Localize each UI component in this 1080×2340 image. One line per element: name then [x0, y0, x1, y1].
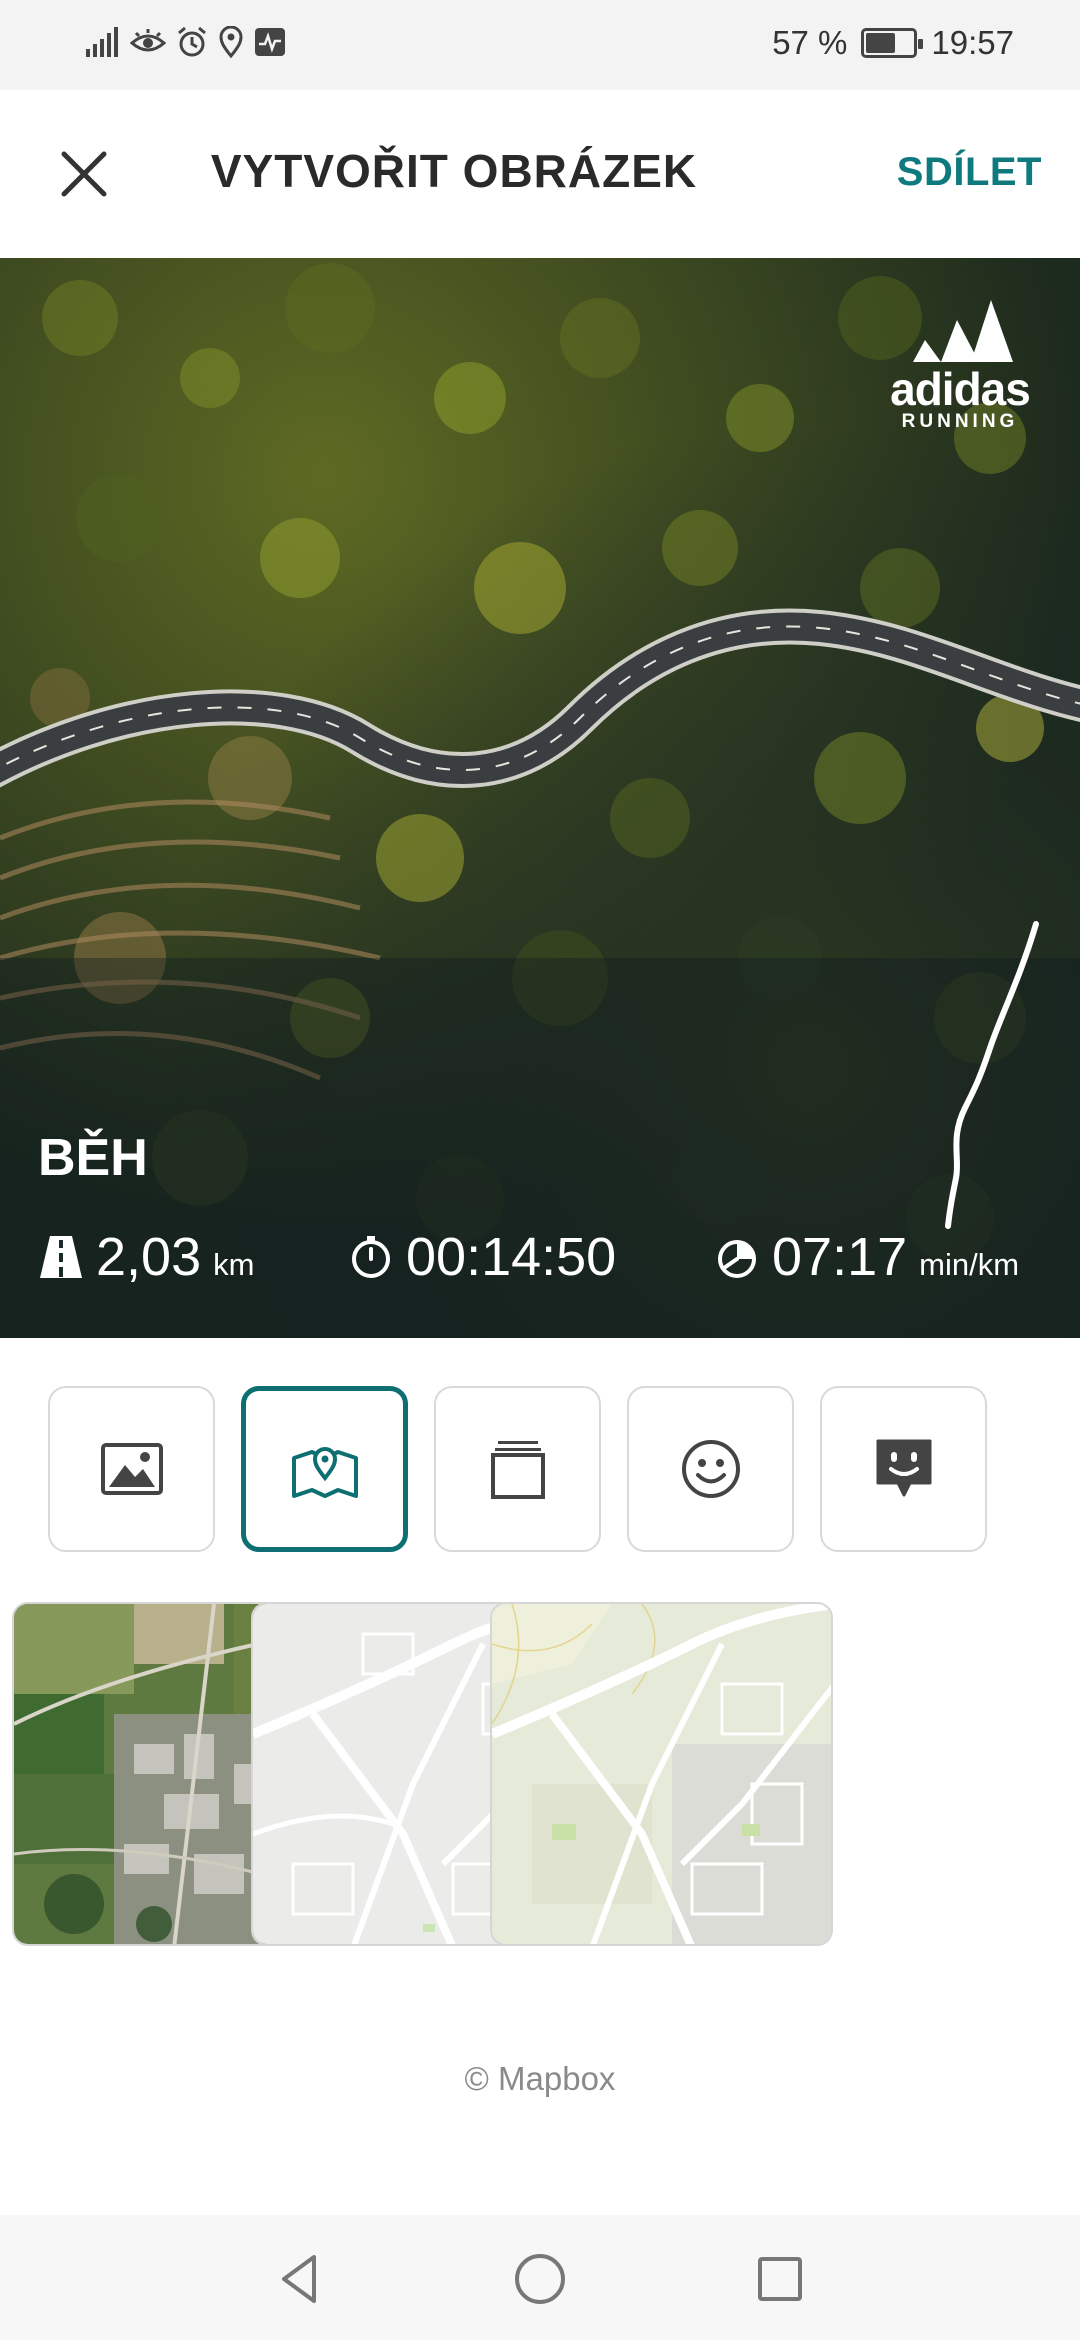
duration-value: 00:14:50: [406, 1227, 617, 1287]
tool-layers[interactable]: [434, 1386, 601, 1552]
back-triangle-icon: [282, 2255, 316, 2303]
location-icon: [219, 26, 243, 58]
status-icons: [86, 26, 286, 58]
system-nav-bar: [0, 2215, 1080, 2340]
activity-stats: 2,03 km 00:14:50 07:17 min/km: [38, 1226, 1048, 1296]
signal-icon: [86, 27, 118, 57]
editor-toolbar: [48, 1386, 988, 1554]
tool-map[interactable]: [241, 1386, 408, 1552]
battery-percent: 57 %: [772, 24, 848, 61]
status-bar: 57 % 19:57: [0, 0, 1080, 90]
distance-stat: 2,03 km: [38, 1226, 254, 1288]
distance-unit: km: [213, 1247, 255, 1282]
app-header: VYTVOŘIT OBRÁZEK SDÍLET: [0, 90, 1080, 258]
alarm-icon: [178, 26, 206, 57]
brand-sub: RUNNING: [901, 411, 1019, 432]
recents-square-icon: [758, 2257, 802, 2301]
activity-title: BĚH: [38, 1129, 148, 1187]
nav-home-button[interactable]: [510, 2249, 570, 2309]
share-button[interactable]: SDÍLET: [897, 150, 1042, 195]
adidas-running-logo: adidas RUNNING: [880, 300, 1040, 433]
tool-emoji[interactable]: [627, 1386, 794, 1552]
map-attribution[interactable]: © Mapbox: [0, 2060, 1080, 2098]
adidas-stripes-icon: [913, 300, 1013, 362]
map-style-picker: [12, 1602, 1068, 1946]
image-icon: [100, 1443, 163, 1495]
brand-word: adidas: [890, 363, 1031, 415]
eye-icon: [130, 29, 166, 52]
duration-stat: 00:14:50: [348, 1226, 616, 1288]
road-icon: [40, 1236, 82, 1278]
status-right: 57 % 19:57: [772, 24, 1014, 62]
nav-recents-button[interactable]: [750, 2249, 810, 2309]
map-icon: [291, 1447, 358, 1498]
nav-back-button[interactable]: [270, 2249, 330, 2309]
battery-icon: [861, 28, 924, 58]
home-circle-icon: [515, 2254, 565, 2304]
stopwatch-icon: [352, 1236, 390, 1278]
outdoors-map-thumbnail: [492, 1604, 831, 1944]
sticker-icon: [876, 1439, 931, 1497]
smiley-icon: [681, 1440, 740, 1498]
tool-background-image[interactable]: [48, 1386, 215, 1552]
pace-icon: [718, 1240, 756, 1278]
tool-sticker[interactable]: [820, 1386, 987, 1552]
map-style-outdoors[interactable]: [490, 1602, 833, 1946]
pace-stat: 07:17 min/km: [714, 1226, 1019, 1288]
pace-value: 07:17: [772, 1227, 908, 1287]
share-image-preview: adidas RUNNING BĚH 2,03 km 00:14:50 07:1…: [0, 258, 1080, 1338]
pace-unit: min/km: [919, 1247, 1020, 1282]
distance-value: 2,03: [96, 1227, 202, 1287]
activity-icon: [255, 28, 285, 56]
layers-icon: [490, 1441, 545, 1499]
clock: 19:57: [931, 24, 1014, 61]
